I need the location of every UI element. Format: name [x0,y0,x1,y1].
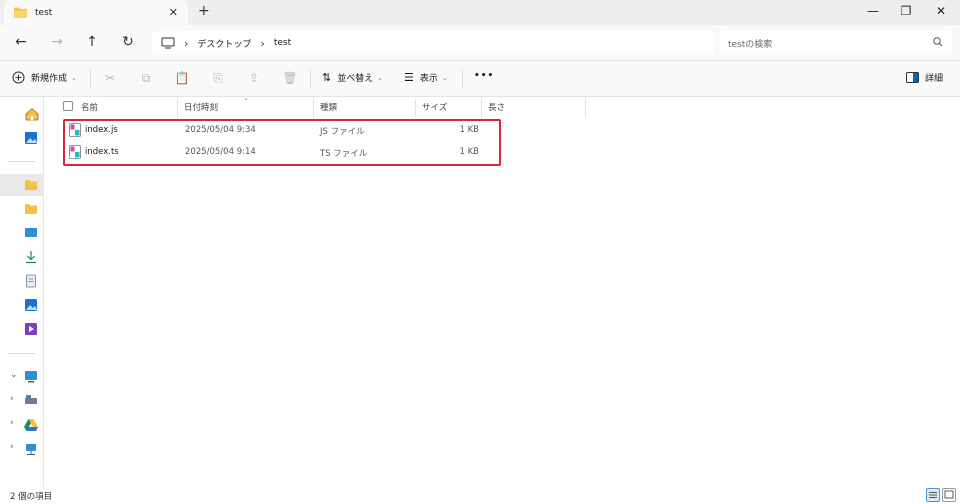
folder-icon[interactable] [24,202,42,216]
navigation-bar: ← → ↑ ↻ › デスクトップ › test testの検索 [0,25,960,61]
home-icon[interactable] [24,107,42,121]
search-icon [933,37,943,47]
chevron-down-icon[interactable]: ⌄ [10,370,18,380]
item-count: 2 個の項目 [10,492,53,502]
pc-icon [161,37,175,49]
chevron-down-icon: ⌄ [441,73,448,82]
document-icon[interactable] [24,274,42,288]
chevron-right-icon[interactable]: › [10,418,14,428]
pictures-icon[interactable] [24,298,42,312]
cut-icon[interactable]: ✂ [102,71,118,85]
close-window-button[interactable]: ✕ [926,4,956,18]
sidebar-divider [8,353,36,354]
folder-icon[interactable] [24,178,42,192]
details-view-button[interactable] [926,488,940,502]
paste-icon[interactable]: 📋 [174,71,190,85]
details-pane-icon [906,72,919,83]
tab-title: test [35,7,53,18]
select-all-checkbox[interactable] [63,101,73,111]
search-input[interactable]: testの検索 [720,31,952,55]
details-view-icon [929,492,937,498]
gallery-icon[interactable] [24,131,42,145]
sort-icon: ⇅ [322,71,332,84]
restore-button[interactable]: ❐ [891,4,921,18]
this-pc-icon[interactable] [24,370,42,384]
desktop-icon[interactable] [24,226,42,240]
copy-icon[interactable]: ⧉ [138,71,154,86]
download-icon[interactable] [24,250,42,264]
title-bar: test ✕ + — ❐ ✕ [0,0,960,25]
navigation-pane: ⌄ › › › [0,97,44,487]
chevron-right-icon: › [260,36,265,50]
details-label: 詳細 [925,74,944,84]
network-icon[interactable] [24,442,42,456]
rename-icon[interactable]: ⎘ [210,71,226,86]
search-placeholder: testの検索 [728,40,773,50]
more-options-button[interactable]: ••• [474,71,494,81]
chevron-right-icon[interactable]: › [10,442,14,452]
address-bar[interactable]: › デスクトップ › test [152,31,714,55]
column-divider[interactable] [481,99,482,117]
column-header-date[interactable]: 日付時刻 [184,101,218,113]
command-bar: 新規作成 ⌄ ✂ ⧉ 📋 ⎘ ⇪ 🗑 ⇅ 並べ替え ⌄ ☰ 表示 ⌄ ••• 詳… [0,61,960,97]
chevron-down-icon: ⌄ [71,73,77,82]
new-label: 新規作成 [31,74,68,84]
tiles-view-button[interactable] [942,488,956,502]
plus-circle-icon [12,71,25,84]
minimize-button[interactable]: — [858,4,888,18]
column-header-type[interactable]: 種類 [320,101,337,113]
list-icon: ☰ [404,71,414,84]
breadcrumb-test[interactable]: test [274,38,291,48]
sidebar-divider [8,161,36,162]
chevron-down-icon: ⌄ [243,94,249,102]
chevron-right-icon[interactable]: › [10,394,14,404]
forward-button[interactable]: → [48,34,66,50]
sort-button[interactable]: ⇅ 並べ替え ⌄ [322,71,383,84]
view-button[interactable]: ☰ 表示 ⌄ [404,71,448,84]
tiles-view-icon [944,490,954,499]
google-drive-icon[interactable] [24,418,42,432]
drive-icon[interactable] [24,394,42,408]
close-tab-icon[interactable]: ✕ [169,6,178,19]
folder-icon [14,7,27,18]
delete-icon[interactable]: 🗑 [282,71,298,85]
toolbar-divider [462,69,463,89]
chevron-down-icon: ⌄ [377,73,384,82]
view-label: 表示 [419,74,438,84]
column-divider[interactable] [177,99,178,117]
column-header-length[interactable]: 長さ [488,101,505,113]
column-divider[interactable] [415,99,416,117]
videos-icon[interactable] [24,322,42,336]
tab-test[interactable]: test ✕ [4,0,188,25]
column-divider[interactable] [313,99,314,117]
column-divider[interactable] [585,99,586,117]
new-button[interactable]: 新規作成 ⌄ [12,71,77,84]
toolbar-divider [90,69,91,89]
toolbar-divider [310,69,311,89]
sort-label: 並べ替え [337,74,374,84]
status-bar: 2 個の項目 [0,487,960,504]
annotation-highlight-box [63,119,501,166]
back-button[interactable]: ← [12,34,30,50]
up-button[interactable]: ↑ [83,34,101,50]
new-tab-button[interactable]: + [198,3,210,19]
breadcrumb-desktop[interactable]: デスクトップ [197,37,251,50]
chevron-right-icon: › [184,36,189,50]
file-list: 名前 日付時刻 ⌄ 種類 サイズ 長さ index.js 2025/05/04 … [45,94,960,487]
share-icon[interactable]: ⇪ [246,71,262,85]
details-button[interactable]: 詳細 [906,71,943,84]
column-header-size[interactable]: サイズ [422,101,447,113]
refresh-button[interactable]: ↻ [119,34,137,50]
column-header-name[interactable]: 名前 [81,101,98,113]
